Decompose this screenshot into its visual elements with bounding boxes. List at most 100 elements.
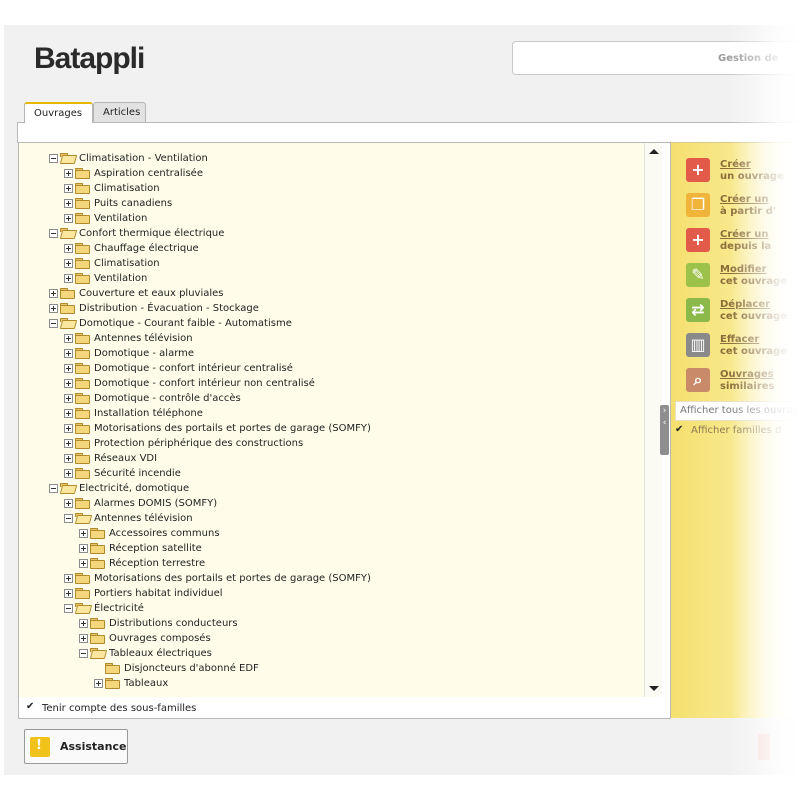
tree-row[interactable]: Domotique - alarme xyxy=(64,346,194,361)
collapse-icon[interactable] xyxy=(64,604,73,613)
expand-icon[interactable] xyxy=(79,634,88,643)
expand-icon[interactable] xyxy=(64,349,73,358)
expand-icon[interactable] xyxy=(64,409,73,418)
subfamilies-label: Tenir compte des sous-familles xyxy=(42,702,197,714)
tree-row[interactable]: Domotique - confort intérieur non centra… xyxy=(64,376,315,391)
expand-icon[interactable] xyxy=(64,499,73,508)
gestion-field[interactable]: Gestion de xyxy=(512,41,800,75)
expand-icon[interactable] xyxy=(49,304,58,313)
action-item[interactable]: + Créer un depuis la xyxy=(686,225,800,255)
tree-row[interactable]: Antennes télévision xyxy=(64,511,193,526)
tree-row-label: Distributions conducteurs xyxy=(109,618,238,629)
tree-row[interactable]: Sécurité incendie xyxy=(64,466,181,481)
tree-row[interactable]: Climatisation xyxy=(64,181,160,196)
tree-row[interactable]: Confort thermique électrique xyxy=(49,226,224,241)
expand-icon[interactable] xyxy=(64,424,73,433)
family-tree[interactable]: Climatisation - Ventilation Aspiration ce… xyxy=(19,143,662,697)
tree-row[interactable]: Aspiration centralisée xyxy=(64,166,203,181)
tree-row-label: Réseaux VDI xyxy=(94,453,158,464)
action-text: Modifier cet ouvrage xyxy=(720,264,787,288)
tree-row[interactable]: Réseaux VDI xyxy=(64,451,157,466)
tree-row[interactable]: Tableaux xyxy=(94,676,168,691)
tree-row[interactable]: Motorisations des portails et portes de … xyxy=(64,571,371,586)
collapse-icon[interactable] xyxy=(64,514,73,523)
action-item[interactable]: ⇄ Déplacer cet ouvrage xyxy=(686,295,800,325)
tab-articles[interactable]: Articles xyxy=(93,102,146,122)
expand-icon[interactable] xyxy=(64,439,73,448)
tree-row[interactable]: Domotique - contrôle d'accès xyxy=(64,391,241,406)
collapse-icon[interactable] xyxy=(79,649,88,658)
expand-icon[interactable] xyxy=(64,214,73,223)
folder-icon xyxy=(75,393,90,404)
tree-row[interactable]: Accessoires communs xyxy=(79,526,220,541)
tree-row[interactable]: Installation téléphone xyxy=(64,406,203,421)
collapse-icon[interactable] xyxy=(49,484,58,493)
tree-footer[interactable]: Tenir compte des sous-familles xyxy=(19,699,662,717)
expand-icon[interactable] xyxy=(64,364,73,373)
subfamilies-checkbox[interactable] xyxy=(26,701,36,713)
expand-icon[interactable] xyxy=(64,184,73,193)
tree-row[interactable]: Distribution - Évacuation - Stockage xyxy=(49,301,259,316)
action-item[interactable]: ✎ Modifier cet ouvrage xyxy=(686,260,800,290)
folder-icon xyxy=(75,273,90,284)
tree-row[interactable]: Alarmes DOMIS (SOMFY) xyxy=(64,496,217,511)
tree-row[interactable]: Electricité, domotique xyxy=(49,481,189,496)
tree-row[interactable]: Couverture et eaux pluviales xyxy=(49,286,224,301)
filter-select[interactable]: Afficher tous les ouvrages xyxy=(675,401,800,421)
tree-row[interactable]: Portiers habitat individuel xyxy=(64,586,223,601)
tree-row[interactable]: Domotique - confort intérieur centralisé xyxy=(64,361,293,376)
expand-icon[interactable] xyxy=(64,274,73,283)
tree-row[interactable]: Puits canadiens xyxy=(64,196,172,211)
tree-row[interactable]: Motorisations des portails et portes de … xyxy=(64,421,371,436)
tree-row-label: Chauffage électrique xyxy=(94,243,199,254)
tree-row[interactable]: Réception terrestre xyxy=(79,556,205,571)
expand-icon[interactable] xyxy=(49,289,58,298)
tree-row[interactable]: Électricité xyxy=(64,601,144,616)
expand-icon[interactable] xyxy=(64,574,73,583)
tree-row[interactable]: Domotique - Courant faible - Automatisme xyxy=(49,316,292,331)
tree-row[interactable]: Climatisation xyxy=(64,256,160,271)
expand-icon[interactable] xyxy=(64,334,73,343)
expand-icon[interactable] xyxy=(64,454,73,463)
tree-row[interactable]: Antennes télévision xyxy=(64,331,193,346)
action-item[interactable]: ▥ Effacer cet ouvrage xyxy=(686,330,800,360)
expand-icon[interactable] xyxy=(64,469,73,478)
tree-row[interactable]: Disjoncteurs d'abonné EDF xyxy=(94,661,259,676)
folder-icon xyxy=(75,378,90,389)
action-item[interactable]: ❐ Créer un à partir d' xyxy=(686,190,800,220)
tree-row[interactable]: Ouvrages composés xyxy=(79,631,211,646)
expand-icon[interactable] xyxy=(79,544,88,553)
expand-icon[interactable] xyxy=(79,559,88,568)
tree-row[interactable]: Distributions conducteurs xyxy=(79,616,238,631)
collapse-icon[interactable] xyxy=(49,229,58,238)
action-item[interactable]: ⌕ Ouvrages similaires xyxy=(686,365,800,395)
panel-splitter[interactable]: › ‹ xyxy=(660,405,669,455)
tree-row[interactable]: Ventilation xyxy=(64,271,147,286)
tree-row-label: Climatisation xyxy=(94,183,160,194)
expand-icon[interactable] xyxy=(64,244,73,253)
action-item[interactable]: + Créer un ouvrage xyxy=(686,155,800,185)
tree-row[interactable]: Climatisation - Ventilation xyxy=(49,151,208,166)
expand-icon[interactable] xyxy=(64,169,73,178)
expand-icon[interactable] xyxy=(79,529,88,538)
expand-icon[interactable] xyxy=(64,379,73,388)
tree-row[interactable]: Protection périphérique des construction… xyxy=(64,436,303,451)
collapse-icon[interactable] xyxy=(49,154,58,163)
tree-row[interactable]: Réception satellite xyxy=(79,541,202,556)
tree-row[interactable]: Chauffage électrique xyxy=(64,241,199,256)
tree-row[interactable]: Tableaux électriques xyxy=(79,646,212,661)
show-families-checkbox-row[interactable]: Afficher familles d xyxy=(675,424,781,437)
show-families-checkbox[interactable] xyxy=(675,424,685,436)
collapse-icon[interactable] xyxy=(49,319,58,328)
assistance-button[interactable]: Assistance xyxy=(24,729,128,764)
expand-icon[interactable] xyxy=(64,394,73,403)
expand-icon[interactable] xyxy=(64,589,73,598)
expand-icon[interactable] xyxy=(94,679,103,688)
tree-row[interactable]: Ventilation xyxy=(64,211,147,226)
expand-icon[interactable] xyxy=(79,619,88,628)
expand-icon[interactable] xyxy=(64,259,73,268)
scroll-up-icon[interactable] xyxy=(649,149,659,154)
scroll-down-icon[interactable] xyxy=(649,686,659,691)
tab-ouvrages[interactable]: Ouvrages xyxy=(24,102,93,123)
expand-icon[interactable] xyxy=(64,199,73,208)
